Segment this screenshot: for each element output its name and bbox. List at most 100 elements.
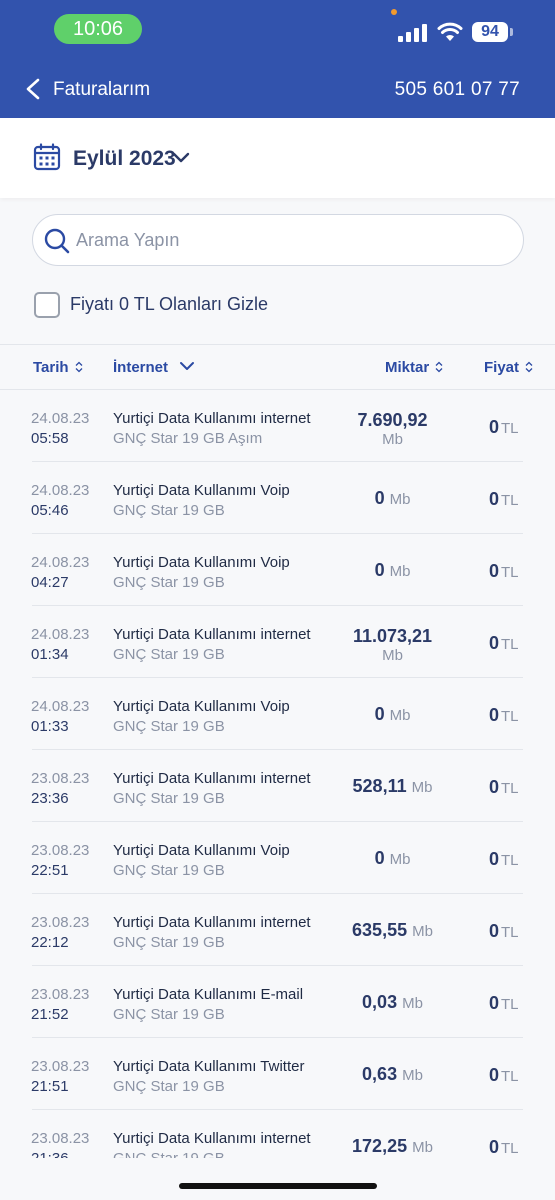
table-row[interactable]: 24.08.23 01:33 Yurtiçi Data Kullanımı Voip…: [0, 678, 523, 750]
row-amount-value: 0: [374, 704, 385, 724]
row-amount-unit: Mb: [382, 431, 403, 448]
row-amount-unit: Mb: [389, 491, 411, 508]
table-row[interactable]: 23.08.23 21:51 Yurtiçi Data Kullanımı Twit…: [0, 1038, 523, 1110]
row-amount: 0 Mb: [330, 848, 455, 869]
row-price-value: 0: [489, 777, 500, 797]
row-price: 0 TL: [489, 849, 519, 870]
table-row[interactable]: 23.08.23 21:36 Yurtiçi Data Kullanımı inte…: [0, 1110, 523, 1158]
row-date: 24.08.23: [31, 626, 90, 643]
row-amount-unit: Mb: [402, 1067, 423, 1084]
row-amount-unit: Mb: [412, 923, 433, 940]
row-price-unit: TL: [501, 780, 519, 797]
row-amount-value: 0: [374, 560, 385, 580]
row-date: 24.08.23: [31, 698, 90, 715]
row-title: Yurtiçi Data Kullanımı internet: [113, 770, 311, 787]
table-row[interactable]: 24.08.23 05:46 Yurtiçi Data Kullanımı Voip…: [0, 462, 523, 534]
row-amount: 0,63 Mb: [330, 1064, 455, 1085]
usage-list[interactable]: 24.08.23 05:58 Yurtiçi Data Kullanımı inte…: [0, 390, 555, 1158]
row-amount-value: 0,03: [362, 992, 398, 1012]
row-amount: 7.690,92 Mb: [330, 410, 455, 450]
row-price-value: 0: [489, 489, 500, 509]
row-package: GNÇ Star 19 GB: [113, 718, 225, 735]
back-chevron-icon[interactable]: [24, 78, 42, 100]
battery-tip-icon: [510, 28, 513, 36]
column-header-category[interactable]: İnternet: [113, 359, 195, 376]
row-time: 22:12: [31, 934, 69, 951]
chevron-down-icon[interactable]: [172, 151, 190, 165]
row-title: Yurtiçi Data Kullanımı Twitter: [113, 1058, 305, 1075]
row-amount-unit: Mb: [412, 1139, 433, 1156]
row-price: 0 TL: [489, 417, 519, 438]
wifi-icon: [437, 22, 463, 41]
column-header-amount[interactable]: Miktar: [385, 359, 444, 376]
table-row[interactable]: 24.08.23 05:58 Yurtiçi Data Kullanımı inte…: [0, 390, 523, 462]
row-package: GNÇ Star 19 GB: [113, 1150, 225, 1158]
status-bar: 10:06 94: [0, 0, 555, 58]
calendar-icon: [33, 143, 61, 171]
row-package: GNÇ Star 19 GB: [113, 574, 225, 591]
row-amount-unit: Mb: [382, 647, 403, 664]
row-date: 23.08.23: [31, 914, 90, 931]
page-title[interactable]: Faturalarım: [53, 79, 150, 101]
row-package: GNÇ Star 19 GB: [113, 502, 225, 519]
row-amount-value: 11.073,21: [352, 626, 433, 646]
row-amount: 0 Mb: [330, 560, 455, 581]
row-date: 23.08.23: [31, 986, 90, 1003]
row-price-unit: TL: [501, 564, 519, 581]
column-header-category-label: İnternet: [113, 359, 169, 376]
row-price-value: 0: [489, 849, 500, 869]
column-header-price[interactable]: Fiyat: [484, 359, 534, 376]
row-time: 01:33: [31, 718, 69, 735]
hide-zero-label[interactable]: Fiyatı 0 TL Olanları Gizle: [70, 294, 268, 315]
table-row[interactable]: 24.08.23 04:27 Yurtiçi Data Kullanımı Voip…: [0, 534, 523, 606]
search-icon: [44, 228, 70, 254]
row-amount-unit: Mb: [402, 995, 423, 1012]
search-box[interactable]: [32, 214, 524, 266]
row-package: GNÇ Star 19 GB: [113, 1078, 225, 1095]
column-header-date[interactable]: Tarih: [33, 359, 84, 376]
row-amount-unit: Mb: [389, 707, 411, 724]
row-price: 0 TL: [489, 777, 519, 798]
row-amount: 528,11 Mb: [330, 776, 455, 797]
sort-icon: [435, 361, 443, 373]
row-price-unit: TL: [501, 996, 519, 1013]
row-title: Yurtiçi Data Kullanımı internet: [113, 410, 311, 427]
row-amount: 172,25 Mb: [330, 1136, 455, 1157]
row-title: Yurtiçi Data Kullanımı Voip: [113, 482, 290, 499]
row-package: GNÇ Star 19 GB: [113, 646, 225, 663]
table-row[interactable]: 24.08.23 01:34 Yurtiçi Data Kullanımı inte…: [0, 606, 523, 678]
row-time: 21:51: [31, 1078, 69, 1095]
table-row[interactable]: 23.08.23 22:12 Yurtiçi Data Kullanımı inte…: [0, 894, 523, 966]
row-time: 05:58: [31, 430, 69, 447]
row-package: GNÇ Star 19 GB Aşım: [113, 430, 263, 447]
row-amount-unit: Mb: [389, 563, 411, 580]
row-price-value: 0: [489, 993, 500, 1013]
table-row[interactable]: 23.08.23 21:52 Yurtiçi Data Kullanımı E-ma…: [0, 966, 523, 1038]
table-row[interactable]: 23.08.23 22:51 Yurtiçi Data Kullanımı Voip…: [0, 822, 523, 894]
status-time: 10:06: [54, 14, 142, 44]
row-price-value: 0: [489, 921, 500, 941]
row-price: 0 TL: [489, 705, 519, 726]
row-price: 0 TL: [489, 921, 519, 942]
row-price-unit: TL: [501, 636, 519, 653]
row-price: 0 TL: [489, 1137, 519, 1158]
row-amount-value: 528,11: [352, 776, 407, 796]
row-price: 0 TL: [489, 633, 519, 654]
row-price-unit: TL: [501, 492, 519, 509]
home-indicator[interactable]: [179, 1183, 377, 1189]
period-selector[interactable]: Eylül 2023: [0, 118, 555, 198]
row-time: 05:46: [31, 502, 69, 519]
row-title: Yurtiçi Data Kullanımı Voip: [113, 842, 290, 859]
hide-zero-checkbox[interactable]: [34, 292, 60, 318]
table-row[interactable]: 23.08.23 23:36 Yurtiçi Data Kullanımı inte…: [0, 750, 523, 822]
row-time: 21:36: [31, 1150, 69, 1158]
privacy-indicator-dot: [391, 9, 397, 15]
row-price-unit: TL: [501, 924, 519, 941]
column-header-date-label: Tarih: [33, 359, 69, 376]
period-label[interactable]: Eylül 2023: [73, 147, 176, 171]
search-input[interactable]: [76, 215, 506, 265]
row-date: 23.08.23: [31, 842, 90, 859]
row-amount-value: 172,25: [352, 1136, 408, 1156]
battery-indicator: 94: [472, 22, 508, 42]
row-price-unit: TL: [501, 420, 519, 437]
